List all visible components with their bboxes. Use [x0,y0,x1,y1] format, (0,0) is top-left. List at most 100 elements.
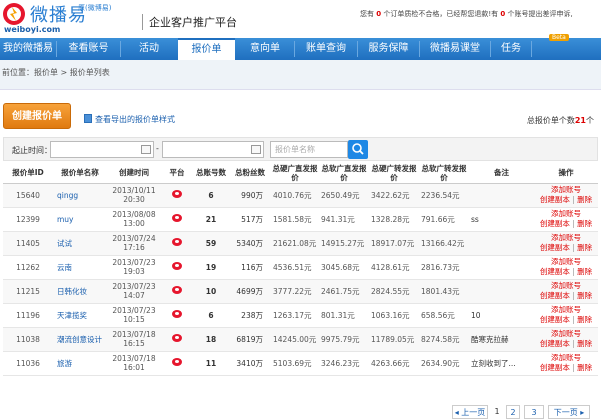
col-header[interactable]: 创建时间 [107,163,161,184]
add-account-link[interactable]: 添加账号 [551,353,581,362]
col-header[interactable]: 平台 [161,163,193,184]
total-unit: 个 [586,116,594,125]
quote-name-link[interactable]: 试试 [53,231,107,256]
quote-name-link[interactable]: qingg [53,183,107,208]
quote-name-link[interactable]: 天津揽奖 [53,303,107,328]
nav-intentions[interactable]: 意向单 [236,38,294,60]
calendar-icon[interactable] [141,145,151,154]
calendar-icon[interactable] [251,145,261,154]
page-3[interactable]: 3 [524,405,544,419]
hard-direct-price: 14245.00元 [271,327,319,352]
nav-classroom[interactable]: 微播易课堂 [420,38,490,60]
col-header[interactable]: 操作 [534,163,598,184]
col-header[interactable]: 总软广直发报价 [319,163,369,184]
search-button[interactable] [348,140,368,159]
created-date: 2013/07/23 [112,306,156,315]
created-clock: 13:00 [123,219,145,228]
hard-direct-price: 5103.69元 [271,351,319,376]
notice-text: 个订单质检不合格，已经帮您退款!有 [383,10,499,18]
created-time: 2013/07/24 17:16 [107,231,161,256]
add-account-link[interactable]: 添加账号 [551,233,581,242]
nav-bill-query[interactable]: 账单查询 [295,38,357,60]
action-separator: | [572,291,575,300]
row-actions: 添加账号 创建副本 | 删除 [534,207,598,232]
col-header[interactable]: 总硬广转发报价 [369,163,419,184]
soft-repost-price: 1801.43元 [419,279,469,304]
col-header[interactable]: 总软广转发报价 [419,163,469,184]
create-copy-link[interactable]: 创建副本 [540,267,570,276]
weibo-icon [172,214,182,222]
add-account-link[interactable]: 添加账号 [551,305,581,314]
action-separator: | [572,267,575,276]
quote-name-link[interactable]: 云南 [53,255,107,280]
delete-link[interactable]: 删除 [577,315,592,324]
col-header[interactable]: 总硬广直发报价 [271,163,319,184]
delete-link[interactable]: 删除 [577,291,592,300]
total-accounts: 6 [193,303,229,328]
weiboyi-logo-icon[interactable] [2,2,28,26]
end-date-input[interactable] [162,141,264,158]
delete-link[interactable]: 删除 [577,195,592,204]
add-account-link[interactable]: 添加账号 [551,329,581,338]
soft-repost-price: 13166.42元 [419,231,469,256]
quote-name-link[interactable]: muy [53,207,107,232]
row-actions: 添加账号 创建副本 | 删除 [534,231,598,256]
add-account-link[interactable]: 添加账号 [551,209,581,218]
created-date: 2013/07/18 [112,330,156,339]
prev-page-button[interactable]: ◂ 上一页 [452,405,488,419]
quote-name-search-input[interactable]: 报价单名称 [270,141,348,158]
col-header[interactable]: 总粉丝数 [229,163,271,184]
quote-name-link[interactable]: 日韩化妆 [53,279,107,304]
add-account-link[interactable]: 添加账号 [551,185,581,194]
platform-cell [161,255,193,280]
row-actions: 添加账号 创建副本 | 删除 [534,183,598,208]
soft-direct-price: 941.31元 [319,207,369,232]
created-date: 2013/07/24 [112,234,156,243]
export-style-link[interactable]: 查看导出的报价单样式 [84,114,175,125]
create-copy-link[interactable]: 创建副本 [540,243,570,252]
remark [469,255,534,280]
create-copy-link[interactable]: 创建副本 [540,195,570,204]
soft-direct-price: 2461.75元 [319,279,369,304]
quote-id: 11038 [3,327,53,352]
nav-view-accounts[interactable]: 查看账号 [57,38,120,60]
col-header[interactable]: 报价单ID [3,163,53,184]
page-2[interactable]: 2 [506,405,520,419]
start-date-input[interactable] [50,141,154,158]
add-account-link[interactable]: 添加账号 [551,281,581,290]
nav-activities[interactable]: 活动 [121,38,177,60]
delete-link[interactable]: 删除 [577,243,592,252]
notice-count-refund[interactable]: 0 [376,10,381,18]
col-header[interactable]: 备注 [469,163,534,184]
create-copy-link[interactable]: 创建副本 [540,315,570,324]
nav-service-guarantee[interactable]: 服务保障 [358,38,419,60]
hard-direct-price: 1581.58元 [271,207,319,232]
create-quote-button[interactable]: 创建报价单 [3,103,71,129]
create-copy-link[interactable]: 创建副本 [540,363,570,372]
soft-direct-price: 3246.23元 [319,351,369,376]
page-1[interactable]: 1 [490,405,504,419]
delete-link[interactable]: 删除 [577,339,592,348]
action-separator: | [572,339,575,348]
create-copy-link[interactable]: 创建副本 [540,291,570,300]
next-page-button[interactable]: 下一页 ▸ [548,405,590,419]
add-account-link[interactable]: 添加账号 [551,257,581,266]
hard-repost-price: 4128.61元 [369,255,419,280]
delete-link[interactable]: 删除 [577,267,592,276]
create-copy-link[interactable]: 创建副本 [540,339,570,348]
nav-my-weiboyi[interactable]: 我的微播易 [0,38,56,60]
delete-link[interactable]: 删除 [577,363,592,372]
weibo-icon [172,310,182,318]
quote-name-link[interactable]: 潮流创意设计 [53,327,107,352]
delete-link[interactable]: 删除 [577,219,592,228]
quote-name-link[interactable]: 旅游 [53,351,107,376]
nav-quotes[interactable]: 报价单 [178,38,235,60]
nav-tasks[interactable]: 任务 [491,38,531,60]
col-header[interactable]: 报价单名称 [53,163,107,184]
create-copy-link[interactable]: 创建副本 [540,219,570,228]
remark [469,279,534,304]
col-header[interactable]: 总账号数 [193,163,229,184]
breadcrumb-area: 前位置：报价单 > 报价单列表 [0,60,601,90]
notice-count-appeal[interactable]: 0 [500,10,505,18]
table-row: 11038 潮流创意设计 2013/07/18 16:15 18 6819万 14245.0… [3,327,598,352]
